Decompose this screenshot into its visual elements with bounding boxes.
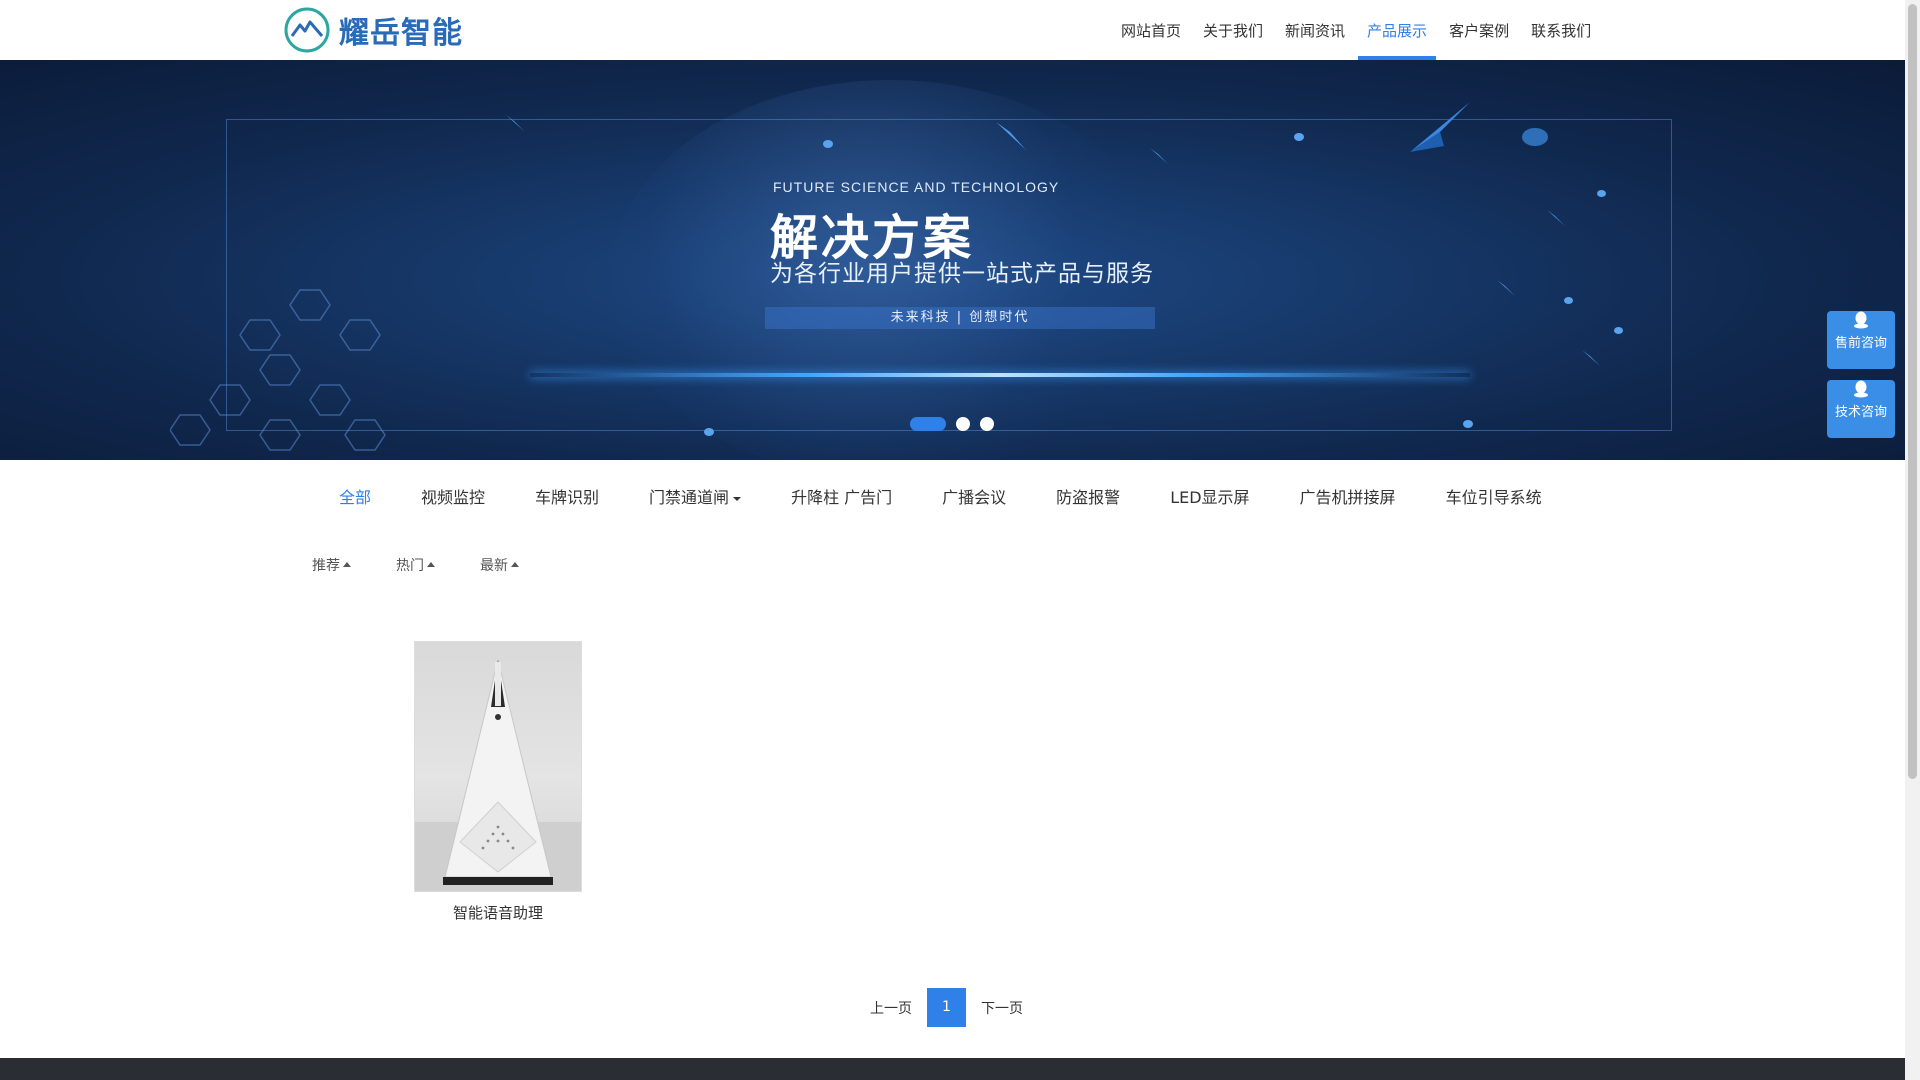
sort-recommended[interactable]: 推荐	[312, 555, 351, 575]
category-video-surveillance[interactable]: 视频监控	[421, 484, 485, 508]
brand-name: 耀岳智能	[339, 16, 463, 51]
paper-plane-icon	[996, 122, 1026, 150]
next-page-link[interactable]: 下一页	[981, 998, 1023, 1018]
sort-newest[interactable]: 最新	[480, 555, 519, 575]
category-broadcast-meeting[interactable]: 广播会议	[942, 484, 1006, 508]
qq-icon	[1854, 311, 1868, 329]
category-ad-splice-screen[interactable]: 广告机拼接屏	[1300, 484, 1396, 508]
sort-recommended-label: 推荐	[312, 558, 340, 574]
paper-plane-icon	[1497, 280, 1515, 296]
product-name[interactable]: 智能语音助理	[414, 902, 582, 923]
category-plate-recognition[interactable]: 车牌识别	[535, 484, 599, 508]
scrollbar-thumb[interactable]	[1908, 4, 1917, 779]
banner-english-title: FUTURE SCIENCE AND TECHNOLOGY	[773, 179, 1060, 195]
nav-products[interactable]: 产品展示	[1358, 0, 1437, 60]
bubble-decoration	[1522, 128, 1548, 146]
category-bollard-door[interactable]: 升降柱 广告门	[791, 484, 892, 508]
nav-about[interactable]: 关于我们	[1194, 0, 1272, 60]
voice-assistant-product-image	[415, 659, 581, 891]
site-footer	[0, 1058, 1905, 1080]
paper-plane-icon	[1410, 102, 1470, 152]
nav-home[interactable]: 网站首页	[1112, 0, 1190, 60]
category-access-gate-label: 门禁通道闸	[649, 488, 730, 507]
bubble-decoration	[1564, 297, 1573, 304]
paper-plane-icon	[1582, 350, 1600, 366]
bubble-decoration	[823, 140, 833, 148]
pagination: 上一页 1 下一页	[870, 988, 1023, 1027]
sort-popular[interactable]: 热门	[396, 555, 435, 575]
slider-dot-1[interactable]	[910, 417, 946, 431]
slider-dot-2[interactable]	[956, 417, 970, 431]
tech-consult-label: 技术咨询	[1834, 405, 1887, 420]
sort-newest-label: 最新	[480, 558, 508, 574]
main-nav: 网站首页 关于我们 新闻资讯 产品展示 客户案例 联系我们	[1110, 0, 1602, 60]
paper-plane-icon	[1150, 148, 1168, 164]
site-logo[interactable]: 耀岳智能	[283, 6, 463, 54]
bubble-decoration	[1294, 133, 1304, 141]
bubble-decoration	[1597, 190, 1606, 197]
hero-banner: FUTURE SCIENCE AND TECHNOLOGY 解决方案 为各行业用…	[0, 60, 1905, 460]
banner-tagline: 未来科技 | 创想时代	[765, 307, 1155, 329]
category-alarm[interactable]: 防盗报警	[1056, 484, 1120, 508]
presale-consult-button[interactable]: 售前咨询	[1827, 311, 1895, 369]
category-led-display[interactable]: LED显示屏	[1170, 484, 1249, 508]
glow-line	[530, 373, 1470, 377]
page-number-current[interactable]: 1	[927, 988, 966, 1027]
caret-up-icon	[343, 562, 351, 567]
bubble-decoration	[704, 428, 714, 436]
prev-page-link[interactable]: 上一页	[870, 998, 912, 1018]
bubble-decoration	[1463, 420, 1473, 428]
sort-bar: 推荐 热门 最新	[312, 555, 564, 575]
qq-icon	[1854, 380, 1868, 398]
slider-dots	[910, 417, 994, 431]
product-image[interactable]	[414, 641, 582, 892]
caret-up-icon	[511, 562, 519, 567]
category-filter: 全部 视频监控 车牌识别 门禁通道闸 升降柱 广告门 广播会议 防盗报警 LED…	[339, 476, 1592, 516]
nav-news[interactable]: 新闻资讯	[1276, 0, 1354, 60]
site-header: 耀岳智能 网站首页 关于我们 新闻资讯 产品展示 客户案例 联系我们	[0, 0, 1905, 61]
nav-cases[interactable]: 客户案例	[1440, 0, 1518, 60]
product-card[interactable]: 智能语音助理	[414, 641, 582, 923]
category-all[interactable]: 全部	[339, 484, 371, 508]
chevron-down-icon	[733, 496, 742, 501]
page-scrollbar[interactable]	[1905, 0, 1920, 1080]
sort-popular-label: 热门	[396, 558, 424, 574]
slider-dot-3[interactable]	[980, 417, 994, 431]
side-consult: 售前咨询 技术咨询	[1827, 300, 1895, 441]
category-parking-guidance[interactable]: 车位引导系统	[1446, 484, 1542, 508]
category-access-gate[interactable]: 门禁通道闸	[649, 484, 742, 508]
mountain-logo-icon	[284, 7, 330, 53]
caret-up-icon	[427, 562, 435, 567]
nav-contact[interactable]: 联系我们	[1522, 0, 1600, 60]
paper-plane-icon	[506, 115, 524, 131]
banner-subtitle: 为各行业用户提供一站式产品与服务	[770, 261, 1154, 287]
presale-consult-label: 售前咨询	[1834, 336, 1887, 351]
hexagon-decoration	[170, 289, 386, 451]
paper-plane-icon	[1547, 210, 1565, 226]
tech-consult-button[interactable]: 技术咨询	[1827, 380, 1895, 438]
bubble-decoration	[1614, 327, 1623, 334]
